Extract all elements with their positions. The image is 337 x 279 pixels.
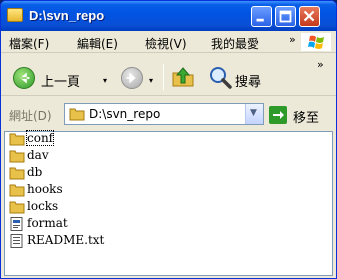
back-button[interactable] — [13, 67, 35, 89]
title-bar[interactable]: D:\svn_repo — [1, 1, 336, 31]
menu-bar: 檔案(F) 編輯(E) 檢視(V) 我的最愛 » — [1, 31, 336, 53]
file-name: hooks — [27, 182, 63, 196]
menu-favorites[interactable]: 我的最愛 — [211, 35, 259, 52]
file-name: format — [27, 216, 68, 230]
menu-overflow-chevron[interactable]: » — [289, 33, 296, 46]
system-file-icon — [10, 217, 23, 231]
list-item-dav[interactable]: dav — [9, 148, 309, 165]
address-path[interactable]: D:\svn_repo — [89, 107, 160, 121]
list-item-readme[interactable]: README.txt — [9, 233, 309, 250]
folder-icon — [9, 201, 25, 214]
menu-file[interactable]: 檔案(F) — [9, 35, 49, 52]
maximize-icon — [279, 10, 292, 23]
address-bar: 網址(D) D:\svn_repo ▼ 移至 — [1, 97, 336, 131]
minimize-button[interactable] — [251, 6, 272, 27]
folder-icon — [9, 184, 25, 197]
file-name: dav — [27, 148, 49, 162]
list-item-conf[interactable]: conf — [9, 130, 309, 148]
menu-edit[interactable]: 編輯(E) — [77, 35, 118, 52]
folder-icon — [7, 8, 23, 22]
list-item-format[interactable]: format — [9, 216, 309, 233]
chevron-down-icon: ▼ — [250, 108, 257, 118]
file-name: db — [27, 165, 43, 179]
file-list[interactable]: conf dav db hooks locks format README.tx… — [4, 130, 333, 276]
back-arrow-icon — [20, 72, 30, 84]
back-history-dropdown[interactable]: ▾ — [103, 76, 107, 85]
explorer-window: D:\svn_repo 檔案(F) 編輯(E) 檢視(V) 我的最愛 » 上一頁… — [0, 0, 337, 279]
folder-icon — [9, 167, 25, 180]
search-icon[interactable] — [207, 65, 233, 91]
folder-icon — [9, 133, 25, 146]
list-item-locks[interactable]: locks — [9, 199, 309, 216]
forward-arrow-icon — [126, 72, 136, 84]
toolbar-overflow-chevron[interactable]: » — [317, 58, 324, 71]
list-item-db[interactable]: db — [9, 165, 309, 182]
list-item-hooks[interactable]: hooks — [9, 182, 309, 199]
address-dropdown-button[interactable]: ▼ — [245, 104, 263, 124]
minimize-icon — [256, 18, 264, 22]
folder-icon — [69, 108, 85, 121]
forward-history-dropdown[interactable]: ▾ — [149, 76, 153, 85]
address-label: 網址(D) — [9, 109, 52, 123]
standard-toolbar: 上一頁 ▾ ▾ 搜尋 » — [1, 54, 336, 96]
go-arrow-icon[interactable] — [269, 106, 287, 124]
go-button-label[interactable]: 移至 — [293, 107, 319, 126]
file-name: locks — [27, 199, 59, 213]
window-title: D:\svn_repo — [29, 8, 105, 23]
toolbar-separator — [163, 64, 164, 90]
address-field[interactable]: D:\svn_repo ▼ — [64, 103, 264, 125]
file-name: README.txt — [27, 233, 105, 247]
back-button-label[interactable]: 上一頁 — [41, 71, 80, 90]
folder-icon — [9, 150, 25, 163]
folder-up-icon[interactable] — [171, 65, 195, 89]
menu-view[interactable]: 檢視(V) — [145, 35, 187, 52]
windows-logo-icon — [301, 33, 331, 51]
maximize-button[interactable] — [275, 6, 296, 27]
forward-button[interactable] — [121, 67, 143, 89]
file-name: conf — [25, 130, 55, 146]
search-button-label[interactable]: 搜尋 — [235, 71, 261, 90]
text-file-icon — [10, 234, 23, 248]
close-icon — [303, 10, 315, 22]
close-button[interactable] — [299, 6, 320, 27]
